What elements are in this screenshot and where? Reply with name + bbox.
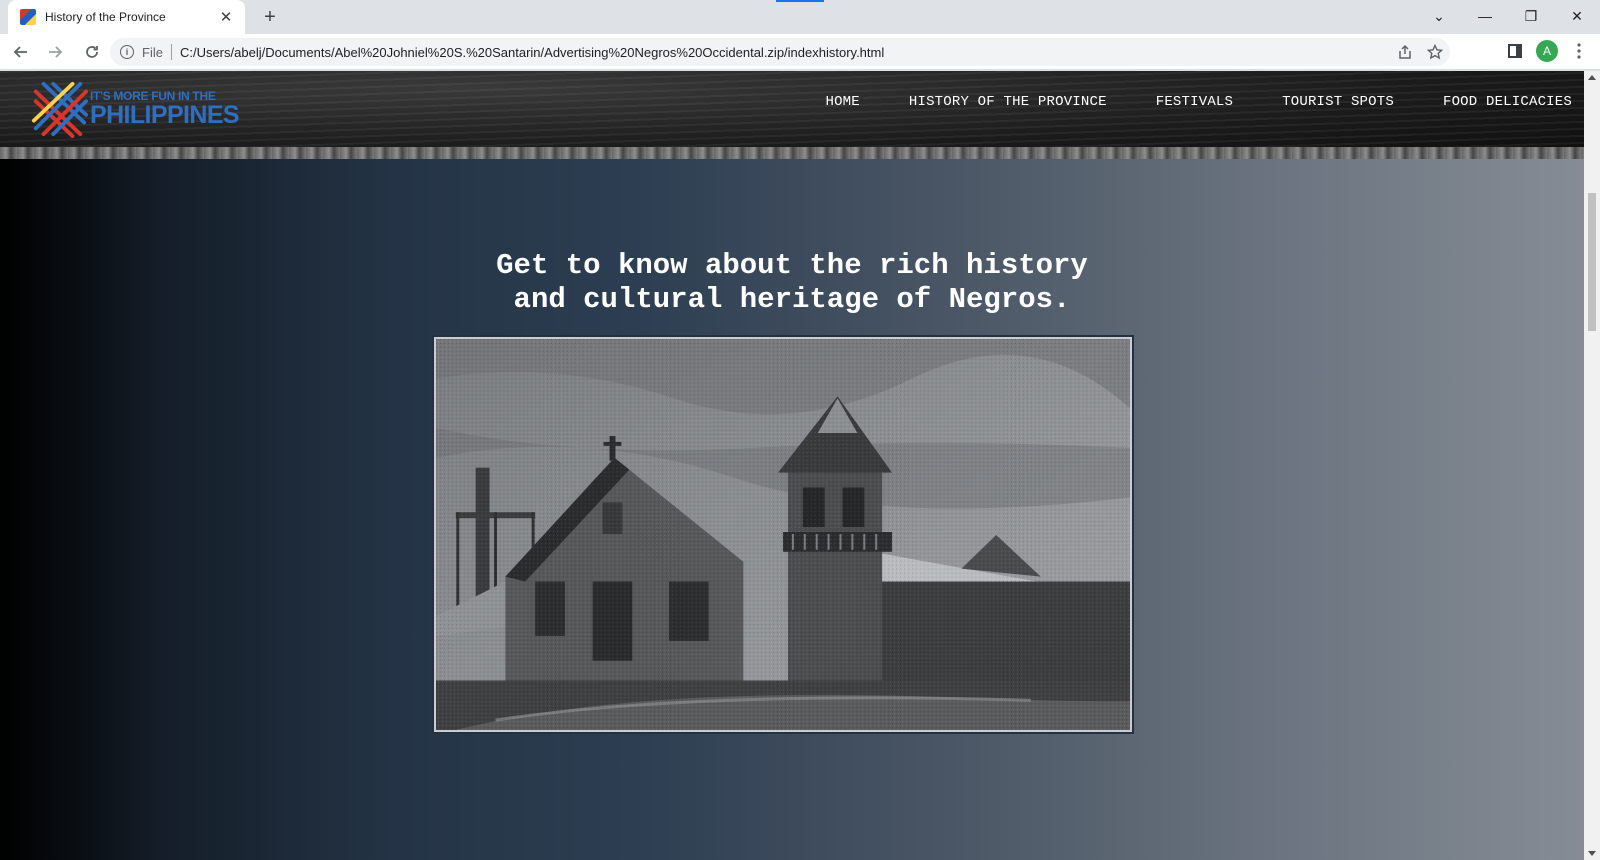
omnibox-divider bbox=[170, 44, 172, 60]
share-button[interactable] bbox=[1390, 37, 1420, 67]
tab-strip: History of the Province ✕ + ⌄ — ❐ ✕ bbox=[0, 0, 1600, 34]
logo-wordmark: PHILIPPINES bbox=[90, 101, 240, 129]
forward-button[interactable] bbox=[40, 36, 72, 68]
star-icon bbox=[1427, 44, 1443, 60]
header-edge bbox=[0, 147, 1584, 159]
scroll-down-icon[interactable] bbox=[1588, 851, 1596, 856]
minimize-button[interactable]: — bbox=[1462, 0, 1508, 32]
tab-search-button[interactable]: ⌄ bbox=[1416, 0, 1462, 32]
forward-arrow-icon bbox=[49, 45, 63, 58]
new-tab-button[interactable]: + bbox=[258, 5, 282, 29]
tab-close-icon[interactable]: ✕ bbox=[217, 8, 235, 26]
logo-text: IT'S MORE FUN IN THE PHILIPPINES bbox=[90, 90, 240, 129]
favicon-icon bbox=[20, 9, 36, 25]
close-window-button[interactable]: ✕ bbox=[1554, 0, 1600, 32]
scroll-up-icon[interactable] bbox=[1588, 75, 1596, 80]
page-headline: Get to know about the rich history and c… bbox=[0, 249, 1584, 317]
scroll-thumb[interactable] bbox=[1588, 193, 1596, 331]
toolbar-right: A bbox=[1500, 36, 1594, 66]
omnibox-actions bbox=[1390, 38, 1450, 66]
side-panel-icon bbox=[1508, 44, 1522, 58]
side-panel-button[interactable] bbox=[1500, 36, 1530, 66]
headline-line-2: and cultural heritage of Negros. bbox=[513, 283, 1071, 316]
menu-button[interactable] bbox=[1564, 36, 1594, 66]
tab-indicator bbox=[776, 0, 824, 2]
site-header: IT'S MORE FUN IN THE PHILIPPINES HOME HI… bbox=[0, 71, 1584, 159]
nav-festivals[interactable]: FESTIVALS bbox=[1156, 94, 1233, 110]
share-icon bbox=[1399, 44, 1411, 59]
info-icon[interactable]: i bbox=[120, 45, 134, 59]
address-bar[interactable]: i File C:/Users/abelj/Documents/Abel%20J… bbox=[110, 38, 1450, 66]
page-scrollbar[interactable] bbox=[1584, 71, 1600, 860]
history-photo-frame bbox=[432, 335, 1173, 734]
url-text[interactable]: C:/Users/abelj/Documents/Abel%20Johniel%… bbox=[180, 45, 884, 60]
more-vert-icon bbox=[1577, 43, 1581, 59]
browser-tab[interactable]: History of the Province ✕ bbox=[8, 0, 245, 34]
reload-button[interactable] bbox=[76, 36, 108, 68]
file-label: File bbox=[142, 44, 163, 60]
profile-avatar[interactable]: A bbox=[1536, 40, 1558, 62]
old-church-photo bbox=[436, 339, 1173, 730]
nav-tourist-spots[interactable]: TOURIST SPOTS bbox=[1282, 94, 1394, 110]
window-controls: ⌄ — ❐ ✕ bbox=[1416, 0, 1600, 32]
nav-home[interactable]: HOME bbox=[825, 94, 859, 110]
bookmark-button[interactable] bbox=[1420, 37, 1450, 67]
nav-food-delicacies[interactable]: FOOD DELICACIES bbox=[1443, 94, 1572, 110]
reload-icon bbox=[86, 45, 98, 58]
back-arrow-icon bbox=[13, 45, 27, 58]
browser-toolbar: i File C:/Users/abelj/Documents/Abel%20J… bbox=[0, 34, 1600, 70]
logo-weave-icon bbox=[31, 81, 88, 138]
main-nav: HOME HISTORY OF THE PROVINCE FESTIVALS T… bbox=[776, 94, 1572, 110]
nav-history[interactable]: HISTORY OF THE PROVINCE bbox=[909, 94, 1107, 110]
headline-line-1: Get to know about the rich history bbox=[496, 249, 1088, 282]
back-button[interactable] bbox=[4, 36, 36, 68]
site-logo[interactable]: IT'S MORE FUN IN THE PHILIPPINES bbox=[30, 77, 240, 141]
restore-button[interactable]: ❐ bbox=[1508, 0, 1554, 32]
page-viewport: IT'S MORE FUN IN THE PHILIPPINES HOME HI… bbox=[0, 71, 1584, 860]
tab-title: History of the Province bbox=[45, 10, 166, 24]
